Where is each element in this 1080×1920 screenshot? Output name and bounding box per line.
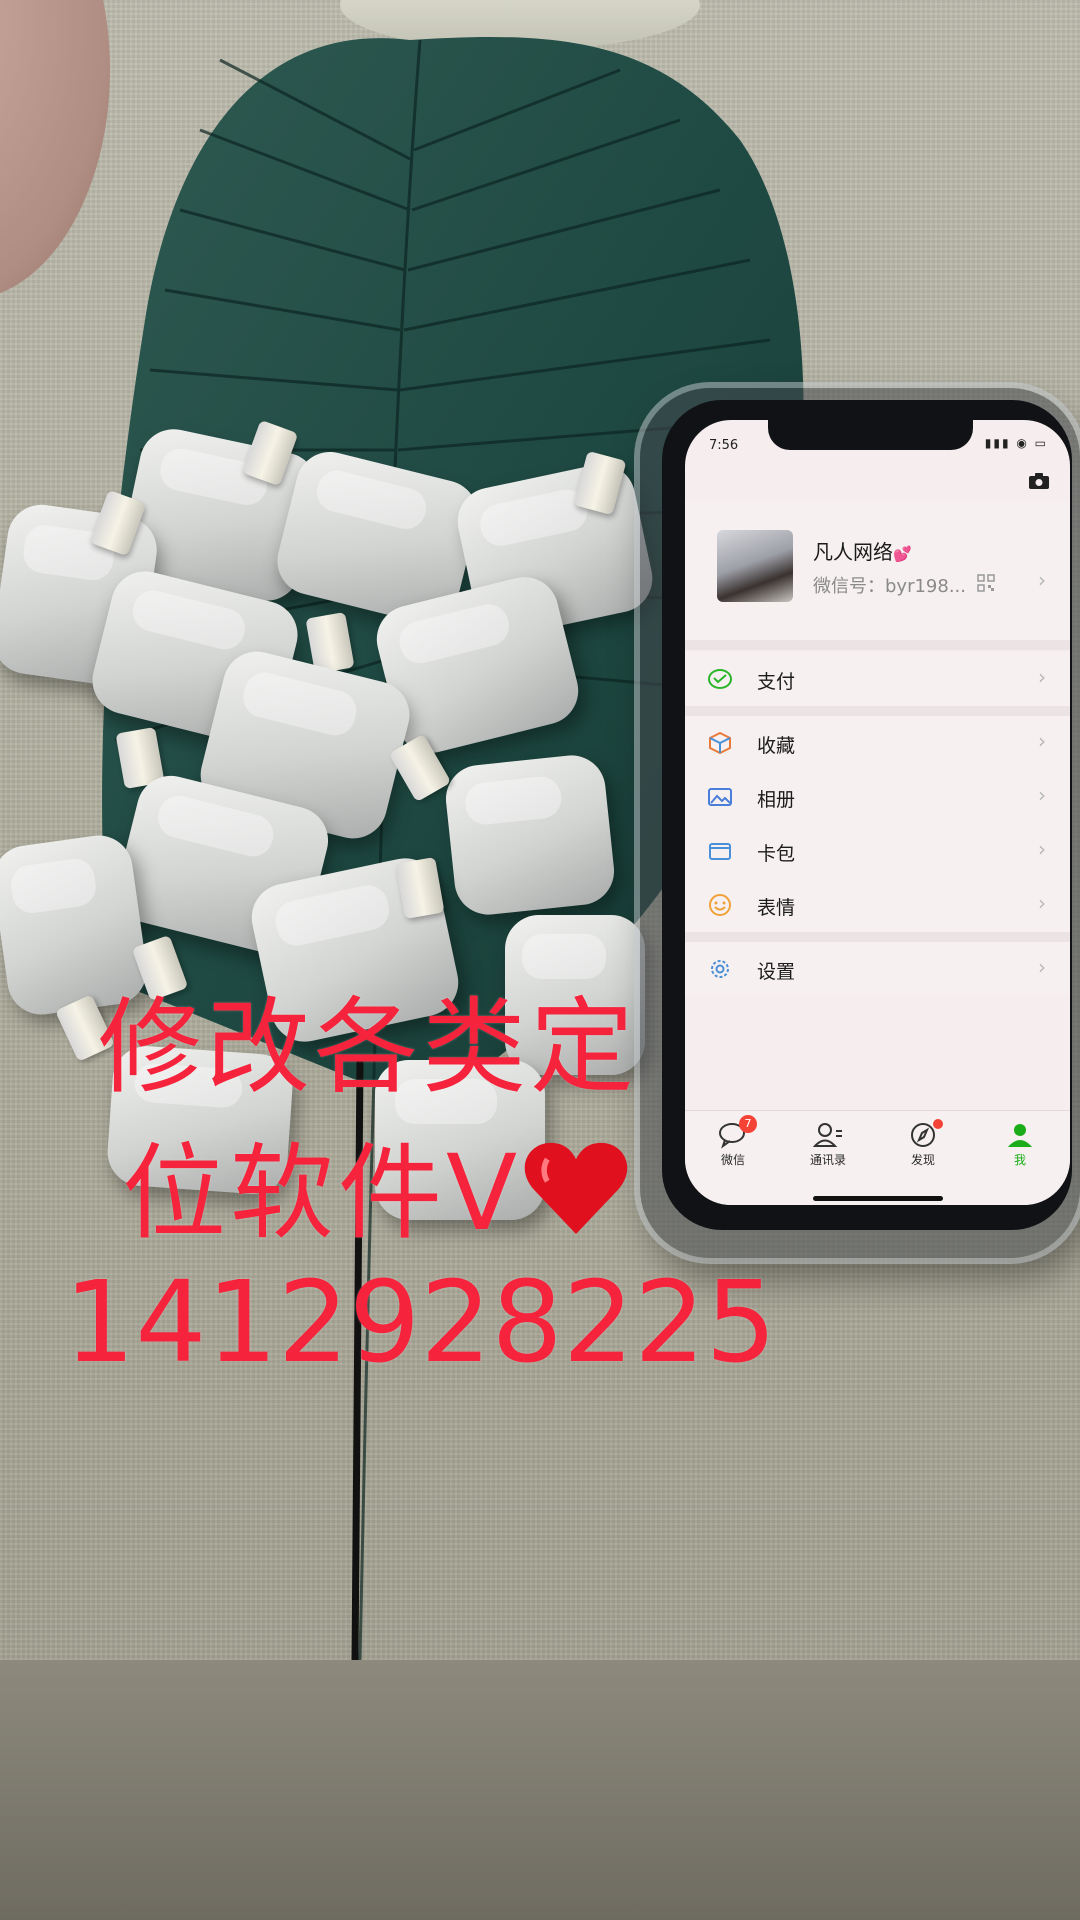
chevron-right-icon: › (1038, 665, 1046, 689)
menu-item-card-wallet[interactable]: 卡包 › (685, 824, 1070, 878)
heart-emoji-icon: 💕 (893, 545, 912, 563)
chevron-right-icon: › (1038, 568, 1046, 592)
tab-bar: 7 微信 通讯录 发现 我 (685, 1110, 1070, 1205)
emoji-icon (709, 894, 731, 916)
gear-icon (711, 960, 729, 978)
unread-badge: 7 (739, 1115, 757, 1133)
profile-header[interactable]: 凡人网络💕 微信号：byr198... › (685, 500, 1070, 640)
home-indicator (813, 1196, 943, 1201)
chevron-right-icon: › (1038, 837, 1046, 861)
menu-label: 相册 (757, 789, 796, 811)
tab-discover[interactable]: 发现 (883, 1119, 963, 1168)
new-dot (933, 1119, 943, 1129)
tab-label: 发现 (910, 1153, 935, 1167)
tab-me[interactable]: 我 (980, 1121, 1060, 1168)
nickname-text: 凡人网络 (813, 540, 893, 564)
overlay-line-3: 1412928225 (64, 1258, 777, 1388)
menu-item-emoji[interactable]: 表情 › (685, 878, 1070, 932)
notch (768, 420, 973, 450)
tab-contacts[interactable]: 通讯录 (788, 1121, 868, 1168)
menu-label: 收藏 (757, 735, 796, 757)
tab-chats[interactable]: 7 微信 (693, 1115, 773, 1168)
overlay-line-2: 位软件V (122, 1108, 631, 1259)
album-icon (708, 788, 732, 806)
favorites-icon (709, 731, 731, 755)
camera-icon[interactable] (1028, 472, 1050, 490)
menu-item-favorites[interactable]: 收藏 › (685, 716, 1070, 770)
adapter (442, 752, 618, 918)
section-gap (685, 706, 1070, 716)
section-gap (685, 640, 1070, 650)
menu-item-pay[interactable]: 支付 › (685, 652, 1070, 706)
chevron-right-icon: › (1038, 955, 1046, 979)
red-heart-icon (524, 1142, 628, 1234)
section-gap (685, 932, 1070, 942)
qr-code-icon[interactable] (977, 574, 995, 592)
status-icons: ▮▮▮ ◉ ▭ (984, 436, 1048, 450)
overlay-line-2-text: 位软件V (122, 1132, 522, 1254)
menu-group-pay: 支付 › (685, 652, 1070, 706)
menu-group-settings: 设置 › (685, 942, 1070, 996)
menu-label: 表情 (757, 897, 796, 919)
status-time: 7:56 (709, 438, 739, 453)
menu-item-settings[interactable]: 设置 › (685, 942, 1070, 996)
overlay-line-1: 修改各类定 (98, 986, 639, 1108)
tab-label: 微信 (720, 1153, 745, 1167)
contacts-icon (812, 1123, 842, 1147)
menu-item-album[interactable]: 相册 › (685, 770, 1070, 824)
menu-label: 支付 (757, 671, 796, 693)
wechat-id: 微信号：byr198... (813, 576, 966, 597)
avatar[interactable] (717, 530, 793, 602)
nickname: 凡人网络💕 (813, 536, 912, 565)
chevron-right-icon: › (1038, 729, 1046, 753)
tab-label: 通讯录 (809, 1153, 846, 1167)
tab-label: 我 (1013, 1153, 1026, 1167)
card-wallet-icon (709, 843, 731, 860)
chevron-right-icon: › (1038, 891, 1046, 915)
phone-screen: 7:56 ▮▮▮ ◉ ▭ 凡人网络💕 微信号：byr198... › 支付 › (685, 420, 1070, 1205)
chevron-right-icon: › (1038, 783, 1046, 807)
menu-group-main: 收藏 › 相册 › 卡包 › 表情 › (685, 716, 1070, 932)
person-icon (1008, 1124, 1032, 1147)
menu-label: 设置 (757, 961, 796, 983)
pay-icon (708, 669, 732, 689)
menu-label: 卡包 (757, 843, 796, 865)
